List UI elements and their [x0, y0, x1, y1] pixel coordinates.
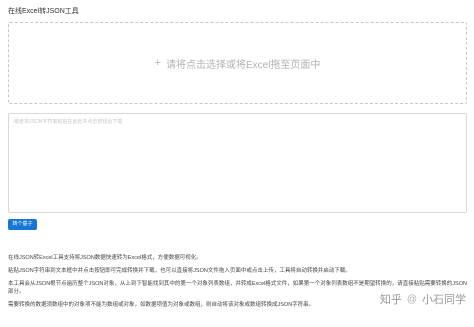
page-title: 在线Excel转JSON工具: [8, 8, 79, 15]
file-dropzone[interactable]: + 请将点击选择或将Excel拖至页面中: [8, 22, 467, 104]
separator-icon: @: [406, 293, 417, 305]
watermark-brand: 知乎: [379, 294, 402, 306]
json-input[interactable]: [8, 113, 467, 213]
watermark-author: 小石同学: [422, 294, 466, 306]
description-line: 粘贴JSON字符串到文本框中并点击按钮即可完成转换并下载，也可以直接将JSON文…: [8, 268, 351, 274]
watermark: 知乎 @ 小石同学: [380, 291, 466, 307]
description-line: 在线JSON转Excel工具支持将JSON数据快速转为Excel格式，方便数据可…: [8, 255, 202, 261]
dropzone-content[interactable]: + 请将点击选择或将Excel拖至页面中: [155, 56, 321, 71]
plus-icon: +: [154, 57, 161, 69]
convert-button[interactable]: 转个垂子: [8, 219, 37, 230]
dropzone-label: 请将点击选择或将Excel拖至页面中: [165, 59, 321, 71]
